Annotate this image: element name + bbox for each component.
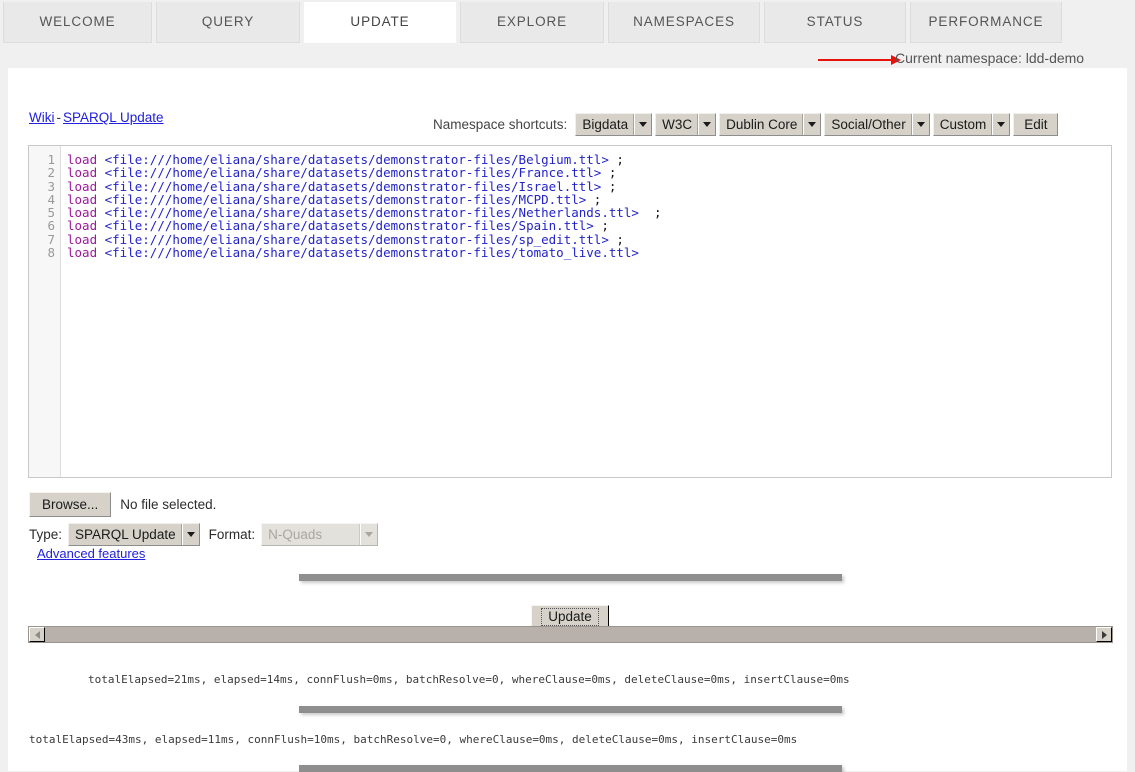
- main-tab-bar: WELCOME QUERY UPDATE EXPLORE NAMESPACES STATU…: [0, 0, 1135, 43]
- namespace-dropdown-dublin-core-value: Dublin Core: [720, 113, 804, 135]
- help-links: Wiki - SPARQL Update: [29, 110, 164, 125]
- type-dropdown-value: SPARQL Update: [69, 524, 182, 545]
- line-number: 3: [47, 178, 55, 194]
- type-dropdown[interactable]: SPARQL Update: [68, 523, 200, 546]
- namespace-dropdown-bigdata[interactable]: Bigdata: [575, 112, 653, 136]
- selected-file-label: No file selected.: [120, 497, 217, 512]
- code-line: load <file:///home/eliana/share/datasets…: [67, 178, 1111, 194]
- browse-file-button[interactable]: Browse...: [29, 492, 112, 517]
- code-line: load <file:///home/eliana/share/datasets…: [67, 193, 1111, 206]
- code-line: load <file:///home/eliana/share/datasets…: [67, 233, 1111, 246]
- chevron-down-icon: [360, 524, 377, 545]
- edit-namespaces-button[interactable]: Edit: [1013, 112, 1059, 136]
- type-format-row: Type: SPARQL Update Format: N-Quads: [29, 523, 381, 546]
- code-uri: <file:///home/eliana/share/datasets/demo…: [97, 245, 639, 261]
- namespace-dropdown-bigdata-value: Bigdata: [576, 113, 635, 135]
- editor-line-numbers: 12345678: [29, 146, 61, 477]
- chevron-down-icon: [992, 113, 1009, 135]
- right-arrow-icon: [818, 55, 901, 65]
- sparql-update-editor[interactable]: 12345678 load <file:///home/eliana/share…: [28, 145, 1112, 478]
- tab-namespaces[interactable]: NAMESPACES: [608, 2, 760, 43]
- section-separator: [299, 706, 842, 713]
- line-number: 6: [47, 218, 55, 234]
- tab-query[interactable]: QUERY: [156, 2, 300, 43]
- namespace-dropdown-dublin-core[interactable]: Dublin Core: [719, 112, 822, 136]
- chevron-down-icon: [803, 113, 820, 135]
- format-label: Format:: [208, 527, 256, 542]
- namespace-shortcuts-bar: Namespace shortcuts: Bigdata W3C Dublin …: [433, 112, 1059, 136]
- code-keyword: load: [67, 245, 98, 261]
- results-horizontal-scrollbar[interactable]: [28, 626, 1113, 643]
- chevron-right-icon[interactable]: [1096, 627, 1112, 642]
- section-separator: [299, 574, 842, 581]
- namespace-dropdown-custom-value: Custom: [934, 113, 993, 135]
- namespace-dropdown-social-other[interactable]: Social/Other: [824, 112, 930, 136]
- editor-code-area[interactable]: load <file:///home/eliana/share/datasets…: [61, 146, 1111, 477]
- update-panel: Wiki - SPARQL Update Namespace shortcuts: …: [8, 68, 1127, 771]
- chevron-down-icon: [911, 113, 929, 135]
- line-number: 4: [47, 191, 55, 207]
- line-number: 2: [47, 165, 55, 181]
- update-result-text: totalElapsed=21ms, elapsed=14ms, connFlu…: [88, 673, 850, 686]
- code-line: load <file:///home/eliana/share/datasets…: [67, 206, 1111, 219]
- line-number: 5: [47, 205, 55, 221]
- namespace-dropdown-w3c[interactable]: W3C: [655, 112, 717, 136]
- wiki-link[interactable]: Wiki: [29, 110, 55, 125]
- line-number: 7: [47, 231, 55, 247]
- code-punctuation: ;: [638, 205, 662, 221]
- namespace-dropdown-social-other-value: Social/Other: [825, 113, 912, 135]
- update-button[interactable]: Update: [531, 605, 609, 628]
- namespace-dropdown-custom[interactable]: Custom: [932, 112, 1011, 136]
- link-separator: -: [56, 110, 62, 125]
- chevron-down-icon: [698, 113, 715, 135]
- namespace-shortcuts-label: Namespace shortcuts:: [433, 116, 568, 132]
- advanced-features-link[interactable]: Advanced features: [37, 546, 145, 561]
- type-label: Type:: [29, 527, 63, 542]
- tab-welcome[interactable]: WELCOME: [3, 2, 152, 43]
- tab-explore[interactable]: EXPLORE: [460, 2, 604, 43]
- format-dropdown: N-Quads: [261, 523, 379, 546]
- namespace-dropdown-w3c-value: W3C: [656, 113, 699, 135]
- current-namespace-label: Current namespace: ldd-demo: [895, 50, 1085, 66]
- update-button-label: Update: [541, 607, 599, 626]
- code-line: load <file:///home/eliana/share/datasets…: [67, 246, 1111, 259]
- format-dropdown-value: N-Quads: [262, 524, 361, 545]
- sparql-update-link[interactable]: SPARQL Update: [63, 110, 164, 125]
- tab-status[interactable]: STATUS: [764, 2, 906, 43]
- code-line: load <file:///home/eliana/share/datasets…: [67, 219, 1111, 232]
- code-line: load <file:///home/eliana/share/datasets…: [67, 153, 1111, 166]
- line-number: 1: [47, 152, 55, 167]
- chevron-down-icon: [181, 524, 199, 545]
- tab-performance[interactable]: PERFORMANCE: [910, 2, 1062, 43]
- update-result-text: totalElapsed=43ms, elapsed=11ms, connFlu…: [29, 733, 798, 746]
- line-number: 8: [47, 245, 55, 261]
- code-line: load <file:///home/eliana/share/datasets…: [67, 166, 1111, 179]
- file-upload-row: Browse... No file selected.: [29, 492, 216, 517]
- tab-update[interactable]: UPDATE: [304, 2, 456, 43]
- chevron-down-icon: [634, 113, 651, 135]
- code-punctuation: ;: [601, 178, 617, 194]
- chevron-left-icon[interactable]: [29, 627, 45, 642]
